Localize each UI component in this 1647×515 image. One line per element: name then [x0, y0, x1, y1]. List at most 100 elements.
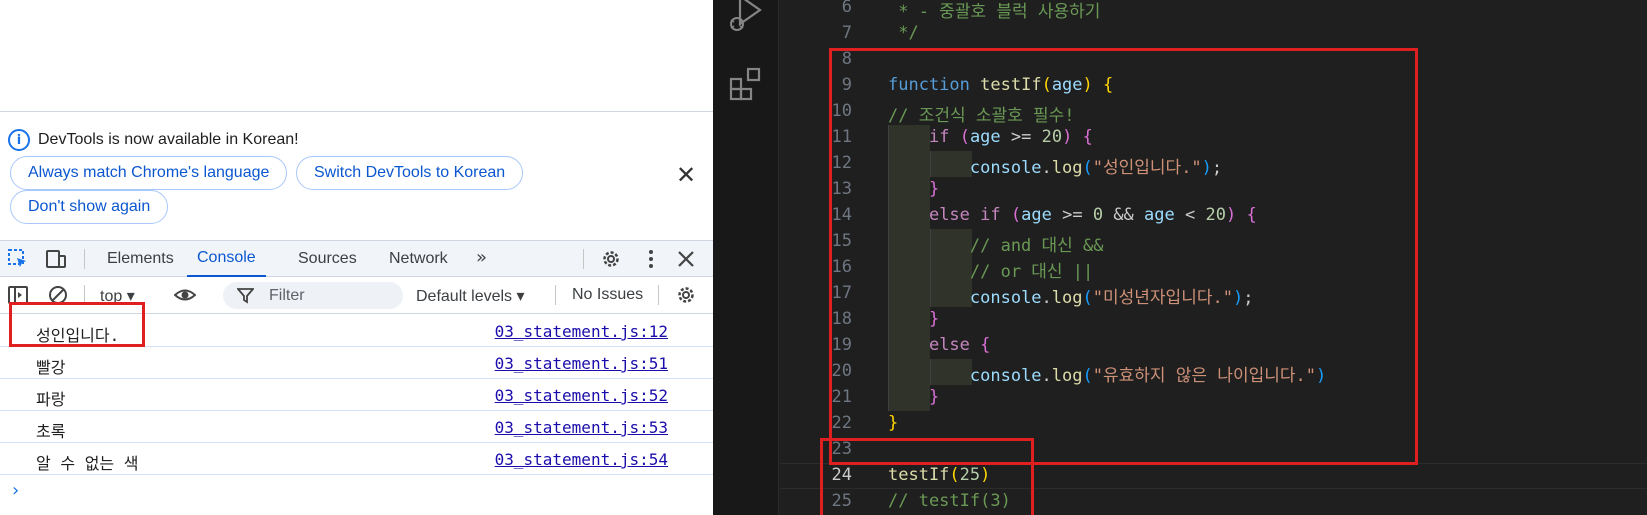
line-number: 15	[831, 231, 852, 251]
code-text: console.log("유효하지 않은 나이입니다.")	[969, 366, 1327, 386]
code-text: // and 대신 &&	[888, 236, 1104, 256]
code-line: 13 }	[780, 177, 1647, 203]
code-line: 18 }	[780, 307, 1647, 333]
sidebar-toggle-icon[interactable]	[7, 284, 29, 306]
run-debug-icon[interactable]	[728, 0, 764, 34]
console-message-row: 성인입니다. 03_statement.js:12	[0, 315, 713, 347]
code-line: 20 console.log("유효하지 않은 나이입니다.")	[780, 359, 1647, 386]
line-number: 24	[831, 465, 852, 485]
code-text: if (age >= 20) {	[928, 127, 1093, 147]
close-devtools-icon[interactable]	[675, 248, 697, 270]
info-icon: i	[8, 129, 30, 151]
toolbar-divider	[583, 249, 584, 269]
extensions-icon[interactable]	[728, 66, 764, 102]
console-source-link[interactable]: 03_statement.js:12	[495, 322, 668, 341]
code-text: }	[888, 413, 899, 433]
console-message-row: 파랑 03_statement.js:52	[0, 379, 713, 411]
tab-console[interactable]: Console	[187, 241, 266, 277]
code-text: }	[928, 179, 940, 199]
line-number: 21	[831, 387, 852, 407]
code-line: 8	[780, 47, 1647, 73]
code-text: * - 중괄호 블럭 사용하기	[888, 2, 1101, 22]
dont-show-again-button[interactable]: Don't show again	[10, 190, 169, 224]
filter-placeholder: Filter	[269, 287, 305, 304]
console-messages: 성인입니다. 03_statement.js:12 빨강 03_statemen…	[0, 315, 713, 475]
code-line: 25 // testIf(3)	[780, 489, 1647, 515]
code-text: console.log("미성년자입니다.");	[969, 288, 1254, 308]
line-number: 9	[841, 75, 852, 95]
code-line: 23	[780, 437, 1647, 463]
code-line: 19 else {	[780, 333, 1647, 359]
line-number: 18	[831, 309, 852, 329]
console-message-row: 알 수 없는 색 03_statement.js:54	[0, 443, 713, 475]
code-line: 22 }	[780, 411, 1647, 437]
console-source-link[interactable]: 03_statement.js:54	[495, 450, 668, 469]
console-message-row: 초록 03_statement.js:53	[0, 411, 713, 443]
code-text: testIf(25)	[888, 465, 991, 485]
code-line-current: 24 testIf(25)	[780, 463, 1647, 489]
code-text: }	[928, 309, 940, 329]
context-selector[interactable]: top ▾	[100, 286, 135, 306]
code-text: // 조건식 소괄호 필수!	[888, 106, 1075, 126]
live-expression-eye-icon[interactable]	[174, 284, 196, 306]
code-line: 10 // 조건식 소괄호 필수!	[780, 99, 1647, 126]
devtools-panel: i DevTools is now available in Korean! A…	[0, 0, 713, 515]
code-line: 16 // or 대신 ||	[780, 255, 1647, 282]
console-settings-icon[interactable]	[675, 284, 697, 306]
line-number: 13	[831, 179, 852, 199]
issues-counter[interactable]: No Issues	[572, 286, 643, 304]
toolbar-divider	[84, 285, 85, 305]
code-text: console.log("성인입니다.");	[969, 158, 1223, 178]
tab-network[interactable]: Network	[389, 241, 448, 277]
line-number: 20	[831, 361, 852, 381]
devtools-tabbar: Elements Console Sources Network »	[0, 240, 713, 277]
activity-bar	[713, 0, 779, 515]
line-number: 6	[841, 0, 852, 17]
console-source-link[interactable]: 03_statement.js:53	[495, 418, 668, 437]
clear-console-icon[interactable]	[47, 284, 69, 306]
infobar-message-row: i DevTools is now available in Korean!	[8, 129, 299, 151]
console-prompt-chevron-icon[interactable]: ›	[12, 480, 19, 501]
toolbar-divider	[84, 249, 85, 269]
more-tabs-icon[interactable]: »	[476, 247, 487, 268]
console-message-text: 성인입니다.	[36, 326, 120, 345]
code-line: 14 else if (age >= 0 && age < 20) {	[780, 203, 1647, 229]
code-text: // or 대신 ||	[888, 262, 1094, 282]
code-text: else {	[928, 335, 991, 355]
line-number: 12	[831, 153, 852, 173]
device-toolbar-icon[interactable]	[45, 248, 67, 270]
line-number: 7	[841, 23, 852, 43]
close-infobar-icon[interactable]: ✕	[674, 163, 698, 187]
tab-elements[interactable]: Elements	[107, 241, 174, 277]
console-source-link[interactable]: 03_statement.js:52	[495, 386, 668, 405]
console-message-text: 알 수 없는 색	[36, 454, 139, 473]
filter-funnel-icon	[237, 288, 254, 304]
code-line: 12 console.log("성인입니다.");	[780, 151, 1647, 178]
line-number: 23	[831, 439, 852, 459]
code-line: 15 // and 대신 &&	[780, 229, 1647, 256]
code-line: 21 }	[780, 385, 1647, 411]
line-number: 16	[831, 257, 852, 277]
code-line: 11 if (age >= 20) {	[780, 125, 1647, 151]
line-number: 22	[831, 413, 852, 433]
settings-gear-icon[interactable]	[600, 248, 622, 270]
log-levels-dropdown[interactable]: Default levels ▾	[416, 286, 525, 306]
tab-sources[interactable]: Sources	[298, 241, 357, 277]
switch-to-korean-button[interactable]: Switch DevTools to Korean	[296, 156, 524, 190]
console-source-link[interactable]: 03_statement.js:51	[495, 354, 668, 373]
console-message-row: 빨강 03_statement.js:51	[0, 347, 713, 379]
code-text: function testIf(age) {	[888, 75, 1114, 95]
line-number: 19	[831, 335, 852, 355]
always-match-language-button[interactable]: Always match Chrome's language	[10, 156, 288, 190]
kebab-menu-icon[interactable]	[640, 248, 662, 270]
code-line: 6 * - 중괄호 블럭 사용하기	[780, 0, 1647, 22]
code-text: else if (age >= 0 && age < 20) {	[928, 205, 1257, 225]
code-text: }	[928, 387, 940, 407]
code-text: // testIf(3)	[888, 491, 1011, 511]
infobar-message: DevTools is now available in Korean!	[38, 131, 299, 148]
inspect-element-icon[interactable]	[7, 248, 29, 270]
console-message-text: 초록	[36, 422, 66, 441]
filter-input[interactable]: Filter	[223, 282, 403, 309]
console-toolbar: top ▾ Filter Default levels ▾ No Issues	[0, 277, 713, 314]
code-line: 9 function testIf(age) {	[780, 73, 1647, 99]
